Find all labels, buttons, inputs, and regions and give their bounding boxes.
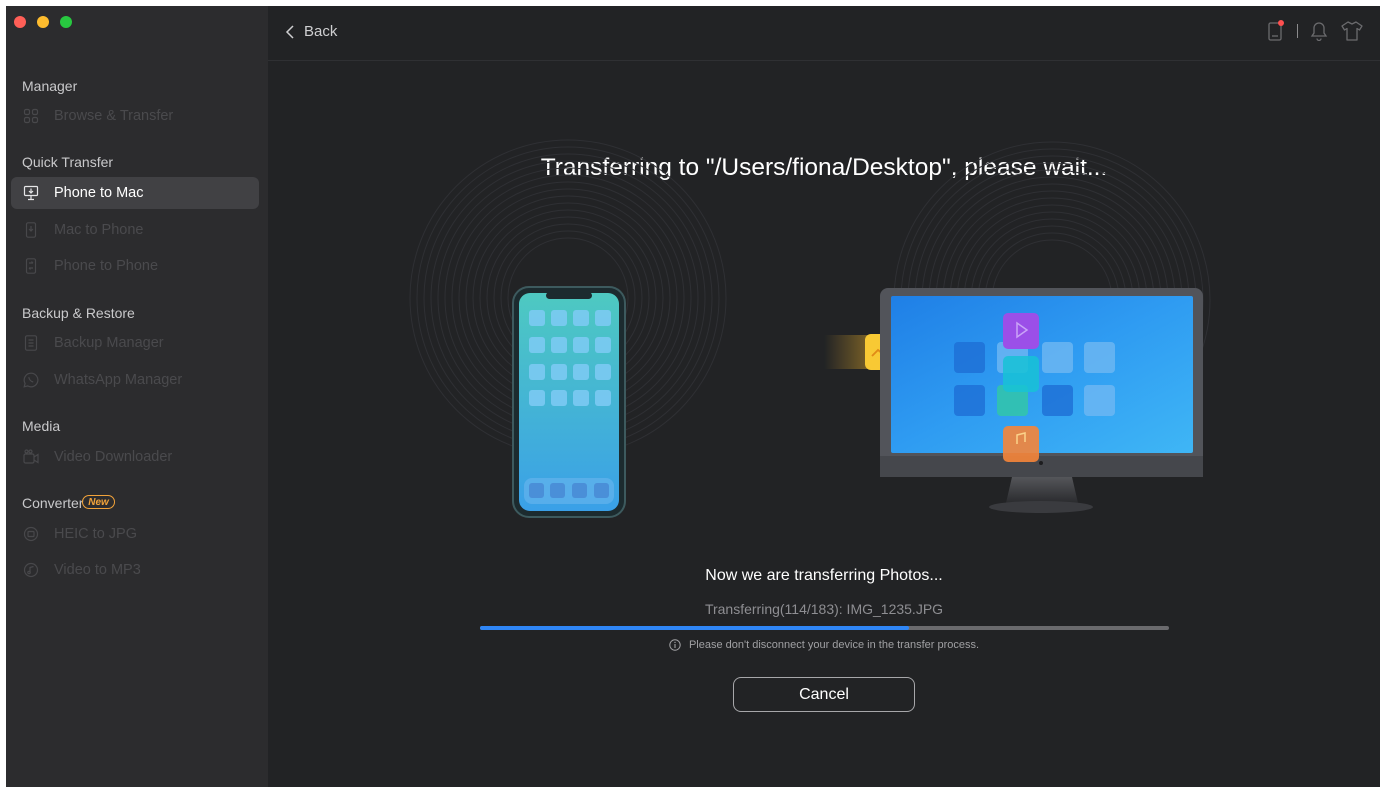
music-app-icon [1003,426,1039,462]
cancel-button[interactable]: Cancel [733,677,915,712]
progress-bar [480,626,1169,630]
phone-device [512,286,626,518]
video-app-icon [1003,313,1039,349]
sidebar-item-label: Video to MP3 [54,562,141,578]
info-icon [669,639,681,651]
warning-message: Please don't disconnect your device in t… [268,639,1380,651]
audio-convert-icon [23,562,39,578]
app-window: Manager Browse & Transfer Quick Transfer… [6,6,1380,787]
transfer-substatus: Transferring(114/183): IMG_1235.JPG [704,601,944,617]
mac-device [880,288,1203,513]
contacts-app-icon [1003,356,1039,392]
transfer-status: Now we are transferring Photos... [705,567,943,584]
progress-fill [480,626,910,630]
transfer-illustration [409,139,1211,518]
warning-text: Please don't disconnect your device in t… [688,639,980,651]
sidebar-item-video-to-mp3[interactable]: Video to MP3 [11,554,259,586]
